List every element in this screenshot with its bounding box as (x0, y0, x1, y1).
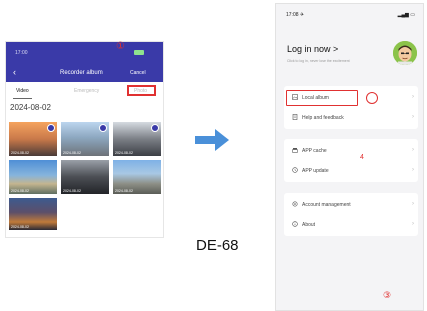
info-icon (292, 221, 298, 227)
title-bar: ‹ Recorder album Cancel (6, 65, 163, 82)
profile-header[interactable]: Log in now > Click to log in, never lose… (276, 32, 423, 82)
menu-label: Help and feedback (302, 115, 344, 121)
selected-check-icon (99, 124, 107, 132)
recorder-album-screen: 17:00 ‹ Recorder album Cancel Video Emer… (5, 41, 164, 238)
thumbnail-label: 2024-08-02 (63, 151, 81, 155)
menu-item-local-album[interactable]: Local album › (284, 88, 418, 108)
local-album-highlight-box (286, 90, 358, 106)
selected-check-icon (151, 124, 159, 132)
chevron-right-icon: › (412, 147, 414, 153)
thumbnail[interactable]: 2024-08-02 (61, 160, 109, 194)
thumbnail[interactable]: 2024-08-02 (113, 160, 161, 194)
thumbnail-label: 2024-08-02 (11, 151, 29, 155)
signal-battery-icon: ▂▄▆ ▭ (397, 12, 415, 18)
status-bar: 17:00 (6, 42, 163, 65)
avatar-face-icon (393, 41, 417, 65)
active-tab-indicator (13, 98, 32, 99)
chevron-right-icon: › (412, 221, 414, 227)
menu-card-2: APP cache › APP update › (284, 139, 418, 182)
menu-item-account-management[interactable]: Account management › (284, 195, 418, 215)
profile-screen: 17:08 ✈ ▂▄▆ ▭ Log in now > Click to log … (275, 3, 424, 311)
thumbnail-label: 2024-08-02 (63, 189, 81, 193)
status-time: 17:08 ✈ (286, 12, 305, 18)
tab-video[interactable]: Video (16, 88, 29, 94)
update-icon (292, 167, 298, 173)
help-doc-icon (292, 114, 298, 120)
login-title[interactable]: Log in now > (287, 44, 338, 54)
chevron-right-icon: › (412, 94, 414, 100)
photo-tab-highlight-box (127, 85, 156, 96)
thumbnail-grid: 2024-08-02 2024-08-02 2024-08-02 2024-08… (9, 122, 161, 234)
chevron-right-icon: › (412, 114, 414, 120)
step-marker-1: ① (116, 41, 125, 52)
date-group-label: 2024-08-02 (10, 103, 51, 112)
step-marker-2-circle (366, 92, 378, 104)
model-label: DE-68 (196, 237, 239, 254)
thumbnail[interactable]: 2024-08-02 (113, 122, 161, 156)
account-gear-icon (292, 201, 298, 207)
thumbnail-label: 2024-08-02 (11, 225, 29, 229)
thumbnail[interactable]: 2024-08-02 (9, 122, 57, 156)
menu-label: Account management (302, 202, 351, 208)
back-chevron-icon[interactable]: ‹ (13, 68, 16, 77)
thumbnail-label: 2024-08-02 (115, 151, 133, 155)
cancel-button[interactable]: Cancel (130, 70, 146, 76)
menu-item-help-feedback[interactable]: Help and feedback › (284, 108, 418, 128)
tab-bar: Video Emergency Photo (6, 82, 163, 101)
menu-label: APP update (302, 168, 329, 174)
menu-item-app-update[interactable]: APP update › (284, 161, 418, 181)
status-bar: 17:08 ✈ ▂▄▆ ▭ (276, 4, 423, 24)
broom-icon (292, 147, 298, 153)
menu-item-about[interactable]: About › (284, 215, 418, 235)
thumbnail-label: 2024-08-02 (11, 189, 29, 193)
battery-icon (134, 50, 144, 55)
menu-label: About (302, 222, 316, 228)
thumbnail[interactable]: 2024-08-02 (61, 122, 109, 156)
thumbnail[interactable]: 2024-08-02 (9, 160, 57, 194)
thumbnail[interactable]: 2024-08-02 (9, 198, 57, 230)
page-title: Recorder album (60, 70, 103, 76)
menu-card-1: Local album › Help and feedback › (284, 86, 418, 129)
avatar[interactable] (393, 41, 417, 65)
thumbnail-label: 2024-08-02 (115, 189, 133, 193)
arrow-right-icon (195, 129, 229, 151)
status-time: 17:00 (15, 50, 28, 56)
login-subtitle: Click to log in, never lose the exciteme… (287, 59, 350, 63)
chevron-right-icon: › (412, 201, 414, 207)
tab-emergency[interactable]: Emergency (74, 88, 99, 94)
menu-label: APP cache (302, 148, 327, 154)
menu-item-app-cache[interactable]: APP cache › (284, 141, 418, 161)
menu-card-3: Account management › About › (284, 193, 418, 236)
chevron-right-icon: › (412, 167, 414, 173)
step-marker-4: 4 (360, 154, 364, 161)
step-marker-3: ③ (383, 290, 392, 300)
selected-check-icon (47, 124, 55, 132)
